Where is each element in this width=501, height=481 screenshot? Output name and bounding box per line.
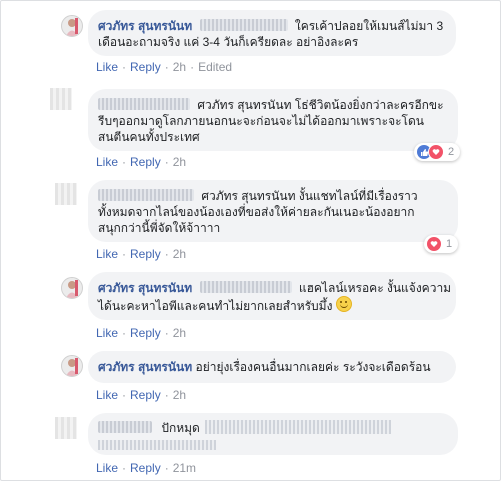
comment-text: เดือนอะถามจริง แค่ 3-4 วันก็เครียดละ อย่…: [98, 35, 359, 49]
edited-label[interactable]: Edited: [198, 60, 232, 74]
reply-link[interactable]: Reply: [130, 326, 161, 340]
mentioned-name[interactable]: ศวภัทร สุนทรนันท: [197, 98, 291, 112]
blurred-avatar[interactable]: [55, 183, 77, 205]
comment-author[interactable]: ศวภัทร สุนทรนันท: [98, 19, 192, 33]
reaction-count: 1: [446, 238, 453, 250]
comment-bubble: ปักหมุด: [88, 413, 458, 455]
comment-actions: Like · Reply · 2h: [96, 388, 187, 402]
reply-link[interactable]: Reply: [130, 60, 161, 74]
blurred-author[interactable]: [98, 98, 190, 110]
like-link[interactable]: Like: [96, 388, 118, 402]
comment-text: ทั้งหมดจากไลน์ของน้องเองที่ขอส่งให้ค่ายล…: [98, 205, 415, 219]
love-icon: [426, 236, 442, 252]
mentioned-name[interactable]: ศวภัทร สุนทรนันท: [201, 189, 295, 203]
blurred-avatar[interactable]: [55, 417, 77, 439]
comment-text: งั้นแชทไลน์ที่มีเรื่องราว: [298, 189, 418, 203]
comment-actions: Like · Reply · 2h: [96, 155, 187, 169]
blurred-mention: [199, 19, 288, 31]
comment-time[interactable]: 2h: [173, 60, 186, 74]
comment-bubble: ศวภัทร สุนทรนันท อย่ายุ่งเรื่องคนอื่นมาก…: [88, 351, 456, 383]
comment-text: รีบๆออกมาดูโลกภายนอกนะจะก่อนจะไม่ได้ออกม…: [98, 114, 424, 128]
reaction-summary[interactable]: 2: [414, 143, 461, 161]
like-link[interactable]: Like: [96, 326, 118, 340]
comment-text: ได้นะคะหาไอพีและคนทำไม่ยากเลยสำหรับมึ้ง: [98, 299, 333, 313]
blurred-content: [205, 420, 392, 434]
comment-bubble: ศวภัทร สุนทรนันท ใครเค้าปลอยให้เมนส์ไม่ม…: [88, 10, 456, 56]
comment-text: สนตีนคนทั้งประเทศ: [98, 130, 200, 144]
comment-actions: Like · Reply · 2h · Edited: [96, 60, 233, 74]
avatar-photo-icon: [66, 280, 78, 298]
comment-time[interactable]: 21m: [173, 461, 196, 475]
smile-emoji-icon: [335, 296, 352, 312]
love-icon: [428, 144, 444, 160]
comment-time[interactable]: 2h: [173, 326, 186, 340]
comment-author[interactable]: ศวภัทร สุนทรนันท: [98, 360, 192, 374]
author-avatar[interactable]: [61, 277, 83, 299]
comment-text: ใครเค้าปลอยให้เมนส์ไม่มา 3: [294, 19, 444, 33]
comment-text: อย่ายุ่งเรื่องคนอื่นมากเลยค่ะ ระวังจะเดื…: [195, 360, 431, 374]
reply-link[interactable]: Reply: [130, 155, 161, 169]
like-link[interactable]: Like: [96, 461, 118, 475]
comment-actions: Like · Reply · 2h: [96, 247, 187, 261]
reaction-count: 2: [448, 146, 455, 158]
comment-author[interactable]: ศวภัทร สุนทรนันท: [98, 281, 192, 295]
comment-actions: Like · Reply · 21m: [96, 461, 197, 475]
comment-time[interactable]: 2h: [173, 388, 186, 402]
comment-actions: Like · Reply · 2h: [96, 326, 187, 340]
reply-link[interactable]: Reply: [130, 461, 161, 475]
comment-text: แฮคไลน์เหรอคะ งั้นแจ้งความ: [298, 281, 452, 295]
reply-link[interactable]: Reply: [130, 388, 161, 402]
comment-bubble: ศวภัทร สุนทรนันท งั้นแชทไลน์ที่มีเรื่องร…: [88, 180, 458, 242]
comment-time[interactable]: 2h: [173, 247, 186, 261]
comment-time[interactable]: 2h: [173, 155, 186, 169]
author-avatar[interactable]: [61, 355, 83, 377]
blurred-avatar[interactable]: [50, 88, 72, 110]
comment-bubble: ศวภัทร สุนทรนันท โธ่ชีวิตน้องยิ่งกว่าละค…: [88, 89, 458, 151]
blurred-mention: [199, 281, 292, 293]
reaction-summary[interactable]: 1: [424, 235, 459, 253]
author-avatar[interactable]: [61, 15, 83, 37]
comment-text: ปักหมุด: [161, 421, 200, 435]
like-link[interactable]: Like: [96, 247, 118, 261]
comment-text: โธ่ชีวิตน้องยิ่งกว่าละครอีกขะ: [294, 98, 444, 112]
reply-link[interactable]: Reply: [130, 247, 161, 261]
like-link[interactable]: Like: [96, 155, 118, 169]
blurred-author[interactable]: [98, 189, 194, 201]
blurred-content: [98, 440, 216, 450]
comment-bubble: ศวภัทร สุนทรนันท แฮคไลน์เหรอคะ งั้นแจ้งค…: [88, 272, 456, 320]
comment-text: สนุกกว่านี้พี่จัดให้จ้าาาา: [98, 221, 221, 235]
blurred-author[interactable]: [98, 421, 152, 433]
avatar-photo-icon: [66, 18, 78, 36]
avatar-photo-icon: [66, 358, 78, 376]
like-link[interactable]: Like: [96, 60, 118, 74]
